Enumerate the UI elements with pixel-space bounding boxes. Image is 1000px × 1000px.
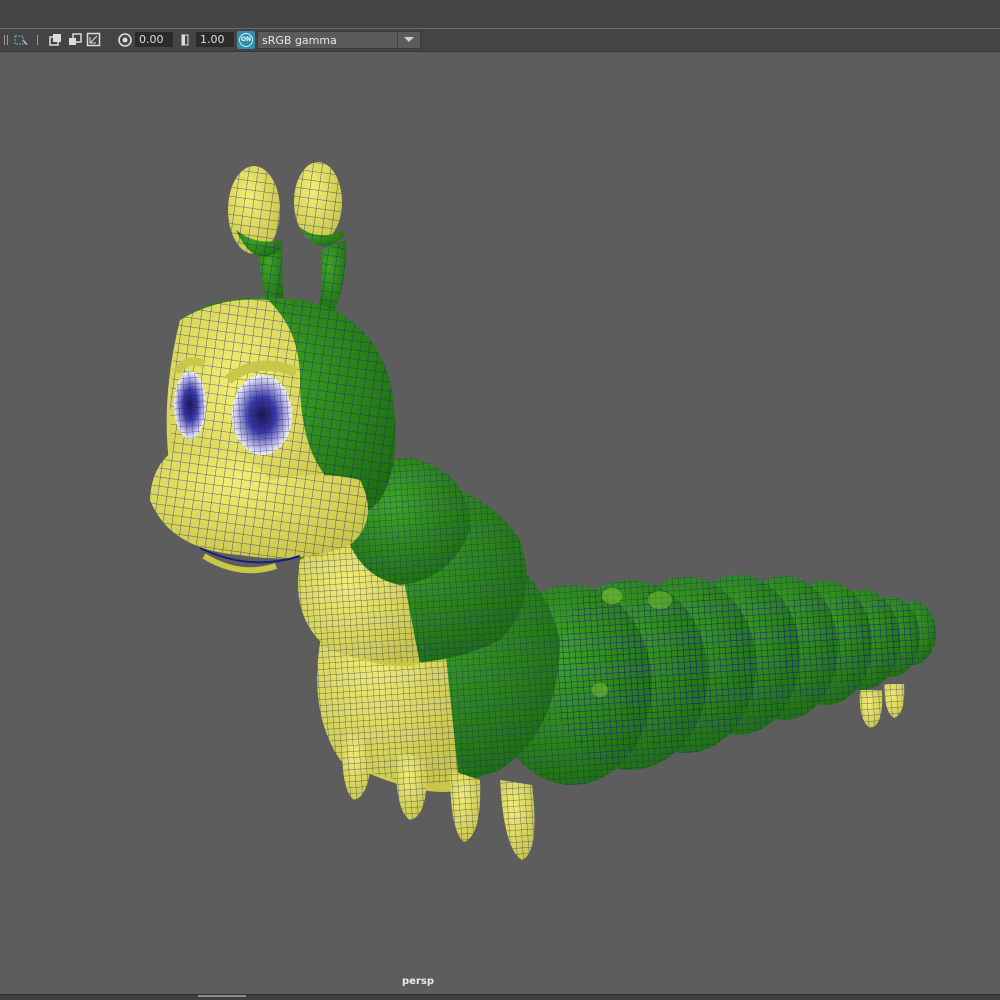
perspective-viewport[interactable]: [0, 52, 1000, 994]
viewport-bottom-strip: [0, 994, 1000, 1000]
rear-legs: [859, 684, 905, 728]
antennae: [228, 162, 347, 312]
maya-viewport-window: ON sRGB gamma: [0, 0, 1000, 1000]
body-segments-rear: [492, 575, 936, 785]
camera-label: persp: [402, 976, 434, 987]
caterpillar-model[interactable]: [0, 0, 1000, 1000]
panel-tab-indicator[interactable]: [198, 995, 246, 997]
